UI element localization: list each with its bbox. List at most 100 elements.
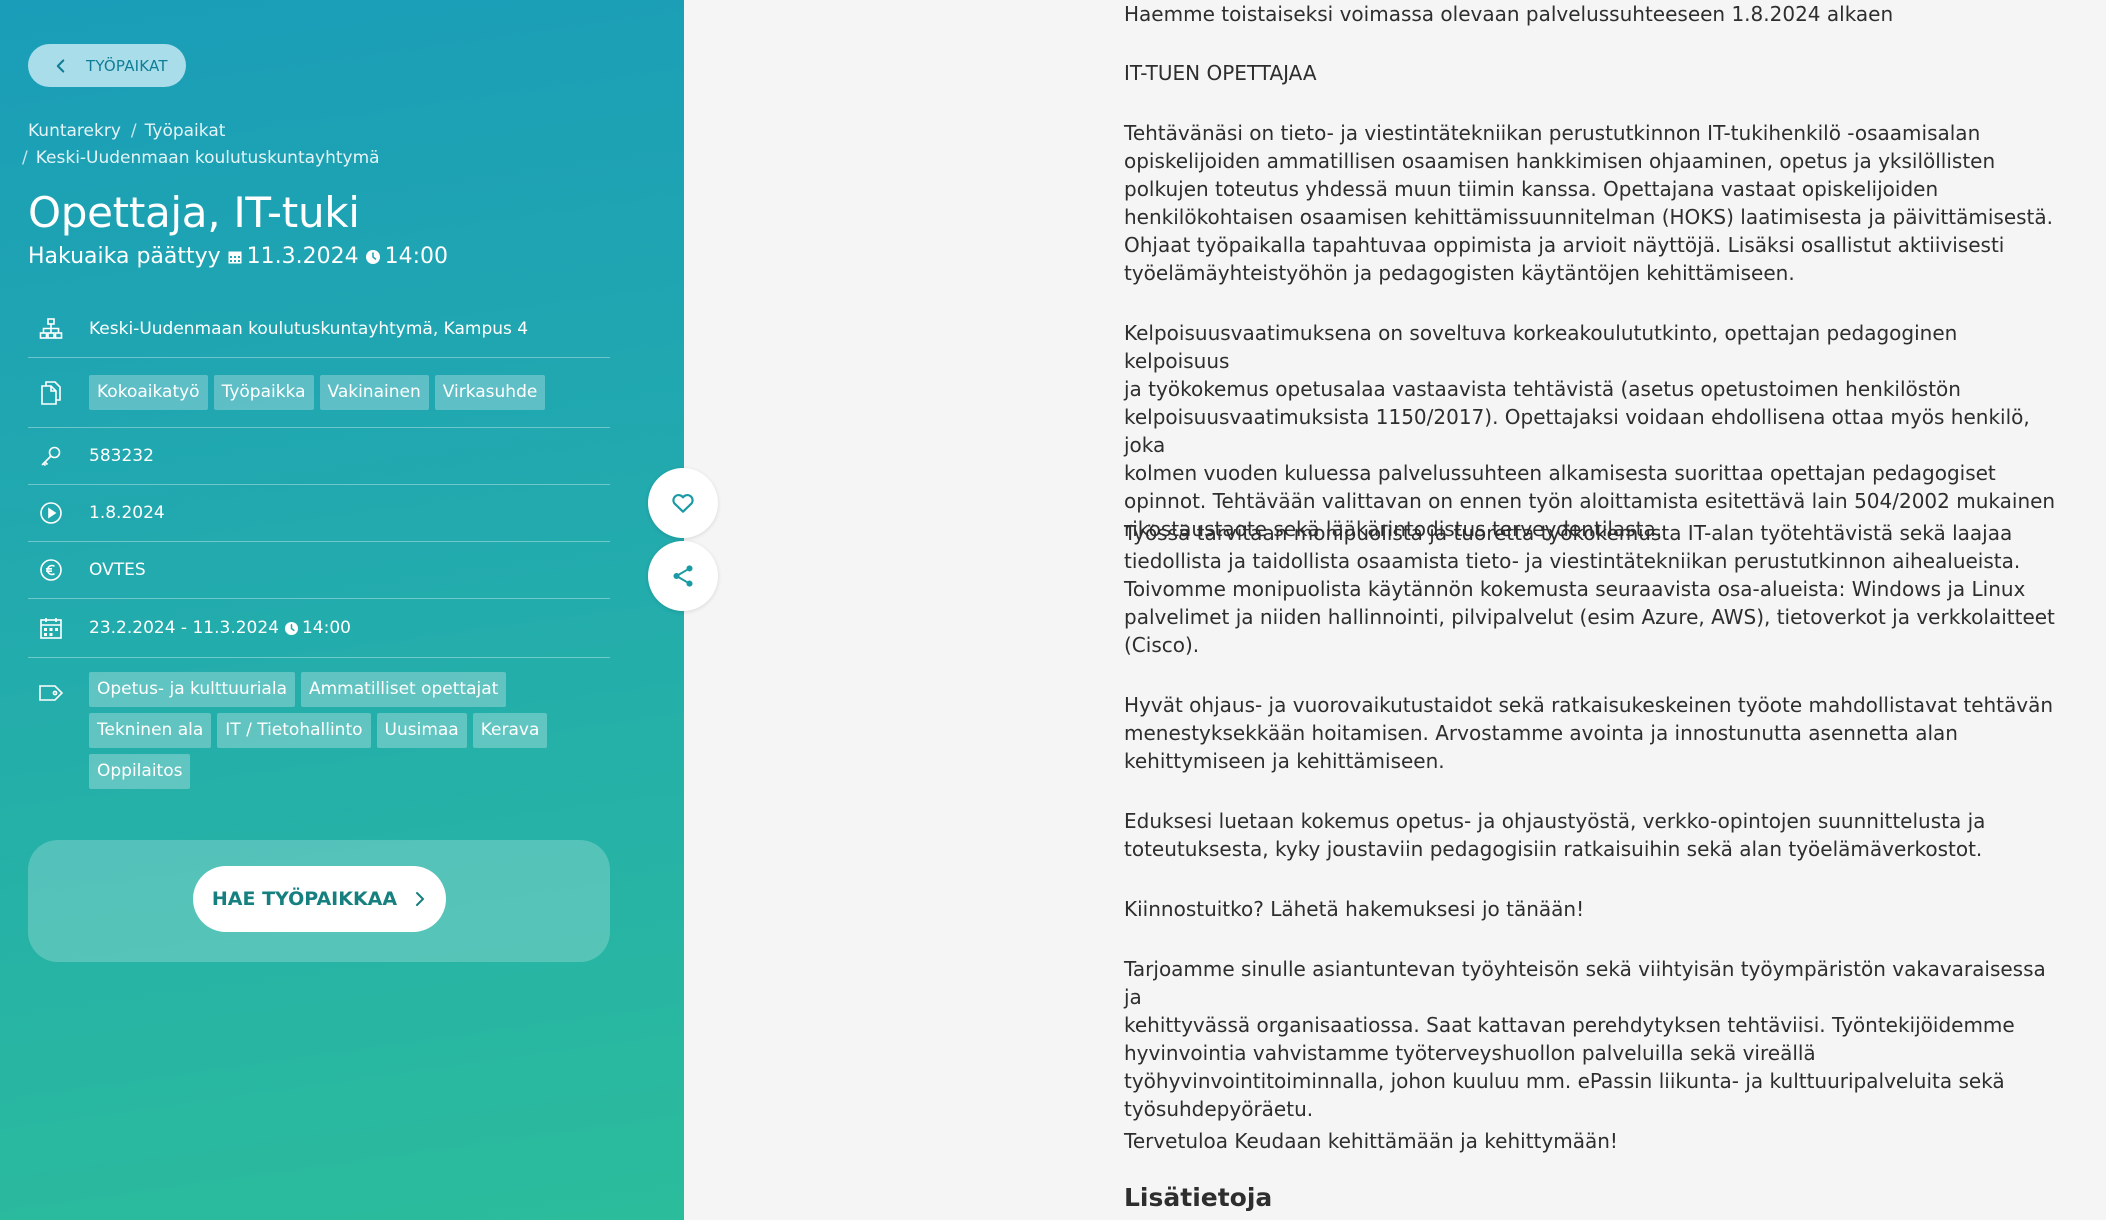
paragraph-line: henkilökohtaisen osaamisen kehittämissuu… <box>1124 205 2054 229</box>
heart-icon <box>672 494 694 513</box>
category-tags: Opetus- ja kulttuuriala Ammatilliset ope… <box>89 672 559 789</box>
paragraph-line: Tervetuloa Keudaan kehittämään ja kehitt… <box>1124 1129 1618 1153</box>
breadcrumb-separator: / <box>22 148 28 168</box>
paragraph-line: Tarjoamme sinulle asiantuntevan työyhtei… <box>1124 957 2046 1009</box>
role-heading: IT-TUEN OPETTAJAA <box>1124 61 1317 85</box>
paragraph-line: kehittymiseen ja kehittämiseen. <box>1124 749 1445 773</box>
tag-chip: Työpaikka <box>213 375 314 410</box>
paragraph-line: ja työkokemus opetusalaa vastaavista teh… <box>1124 377 1961 401</box>
salary-value: OVTES <box>89 560 146 580</box>
advantages-paragraph: Eduksesi luetaan kokemus opetus- ja ohja… <box>1124 807 2064 863</box>
description-paragraph: Tehtävänäsi on tieto- ja viestintäteknii… <box>1124 119 2064 287</box>
paragraph-line: työsuhdepyöräetu. <box>1124 1097 1314 1121</box>
qualifications-paragraph: Kelpoisuusvaatimuksena on soveltuva kork… <box>1124 319 2064 543</box>
euro-icon <box>34 553 68 587</box>
paragraph-line: työelämäyhteistyöhön ja pedagogisten käy… <box>1124 261 1795 285</box>
chevron-right-icon <box>416 892 425 906</box>
calendar-icon <box>34 611 68 645</box>
paragraph-line: Kiinnostuitko? Lähetä hakemuksesi jo tän… <box>1124 897 1585 921</box>
intro-text: Haemme toistaiseksi voimassa olevaan pal… <box>1124 2 1894 26</box>
job-id-row: 583232 <box>28 428 610 485</box>
category-chip[interactable]: Ammatilliset opettajat <box>300 672 507 707</box>
favorite-button[interactable] <box>648 468 718 538</box>
experience-paragraph: Työssä tarvitaan monipuolista ja tuorett… <box>1124 519 2064 659</box>
category-chip[interactable]: Uusimaa <box>376 713 467 748</box>
category-chip[interactable]: Oppilaitos <box>89 754 191 789</box>
paragraph-line: opiskelijoiden ammatillisen osaamisen ha… <box>1124 149 1996 173</box>
paragraph-line: Eduksesi luetaan kokemus opetus- ja ohja… <box>1124 809 1986 833</box>
category-chip[interactable]: Opetus- ja kulttuuriala <box>89 672 295 707</box>
breadcrumb-item-kuntarekry[interactable]: Kuntarekry <box>28 121 121 141</box>
employment-tags: Kokoaikatyö Työpaikka Vakinainen Virkasu… <box>89 375 546 410</box>
tag-chip: Vakinainen <box>319 375 429 410</box>
deadline-time: 14:00 <box>384 244 449 269</box>
clock-icon <box>365 249 380 264</box>
paragraph-line: tiedollista ja taidollista osaamista tie… <box>1124 549 2021 573</box>
skills-paragraph: Hyvät ohjaus- ja vuorovaikutustaidot sek… <box>1124 691 2064 775</box>
paragraph-line: menestyksekkään hoitamisen. Arvostamme a… <box>1124 721 1958 745</box>
category-chip[interactable]: Tekninen ala <box>89 713 212 748</box>
job-sidebar: TYÖPAIKAT Kuntarekry / Työpaikat / Keski-Uu… <box>0 0 684 1220</box>
documents-icon <box>34 376 68 410</box>
paragraph-line: palvelimet ja niiden hallinnointi, pilvi… <box>1124 605 2055 629</box>
paragraph-line: polkujen toteutus yhdessä muun tiimin ka… <box>1124 177 1939 201</box>
closing-paragraph: Tervetuloa Keudaan kehittämään ja kehitt… <box>1124 1127 2064 1155</box>
apply-panel: HAE TYÖPAIKKAA <box>28 840 610 962</box>
paragraph-line: (Cisco). <box>1124 633 1200 657</box>
back-to-jobs-button[interactable]: TYÖPAIKAT <box>28 44 186 87</box>
page-title: Opettaja, IT-tuki <box>28 188 360 237</box>
category-chip[interactable]: Kerava <box>472 713 548 748</box>
paragraph-line: Tehtävänäsi on tieto- ja viestintäteknii… <box>1124 121 1981 145</box>
breadcrumb-item-tyopaikat[interactable]: Työpaikat <box>145 121 226 141</box>
apply-button[interactable]: HAE TYÖPAIKKAA <box>193 866 446 932</box>
start-date-row: 1.8.2024 <box>28 485 610 542</box>
breadcrumb-separator: / <box>130 121 137 141</box>
tag-chip: Kokoaikatyö <box>89 375 208 410</box>
chevron-left-icon <box>56 58 65 73</box>
paragraph-line: opinnot. Tehtävään valittavan on ennen t… <box>1124 489 2056 513</box>
paragraph-line: työhyvinvointitoiminnalla, johon kuuluu … <box>1124 1069 2005 1093</box>
tag-icon <box>34 676 68 710</box>
categories-row: Opetus- ja kulttuuriala Ammatilliset ope… <box>28 658 610 789</box>
key-icon <box>34 439 68 473</box>
paragraph-line: kolmen vuoden kuluessa palvelussuhteen a… <box>1124 461 1996 485</box>
breadcrumb-item-current: Keski-Uudenmaan koulutuskuntayhtymä <box>35 148 380 168</box>
application-deadline: Hakuaika päättyy 11.3.2024 14:00 <box>28 244 448 269</box>
paragraph-line: Toivomme monipuolista käytännön kokemust… <box>1124 577 2026 601</box>
benefits-paragraph: Tarjoamme sinulle asiantuntevan työyhtei… <box>1124 955 2064 1123</box>
job-info-list: Keski-Uudenmaan koulutuskuntayhtymä, Kam… <box>28 300 610 789</box>
category-chip[interactable]: IT / Tietohallinto <box>217 713 371 748</box>
paragraph-line: kehittyvässä organisaatiossa. Saat katta… <box>1124 1013 2015 1037</box>
tag-chip: Virkasuhde <box>434 375 546 410</box>
application-period: 23.2.2024 - 11.3.2024 14:00 <box>89 618 351 638</box>
organization-row: Keski-Uudenmaan koulutuskuntayhtymä, Kam… <box>28 300 610 358</box>
paragraph-line: Työssä tarvitaan monipuolista ja tuorett… <box>1124 521 2013 545</box>
org-chart-icon <box>34 312 68 346</box>
play-circle-icon <box>34 496 68 530</box>
paragraph-line: Kelpoisuusvaatimuksena on soveltuva kork… <box>1124 321 1958 373</box>
paragraph-line: Ohjaat työpaikalla tapahtuvaa oppimista … <box>1124 233 2005 257</box>
clock-icon <box>284 621 299 635</box>
application-period-time: 14:00 <box>301 618 351 638</box>
application-period-range: 23.2.2024 - 11.3.2024 <box>89 618 279 638</box>
employment-tags-row: Kokoaikatyö Työpaikka Vakinainen Virkasu… <box>28 358 610 428</box>
paragraph-line: hyvinvointia vahvistamme työterveyshuoll… <box>1124 1041 1816 1065</box>
back-button-label: TYÖPAIKAT <box>86 56 168 75</box>
share-icon <box>673 565 693 587</box>
paragraph-line: toteutuksesta, kyky joustaviin pedagogis… <box>1124 837 1983 861</box>
salary-row: OVTES <box>28 542 610 599</box>
application-period-row: 23.2.2024 - 11.3.2024 14:00 <box>28 599 610 658</box>
start-date-value: 1.8.2024 <box>89 503 165 523</box>
deadline-date: 11.3.2024 <box>246 244 359 269</box>
calendar-icon <box>228 251 242 263</box>
organization-value: Keski-Uudenmaan koulutuskuntayhtymä, Kam… <box>89 318 529 339</box>
deadline-label: Hakuaika päättyy <box>28 244 221 269</box>
share-button[interactable] <box>648 541 718 611</box>
apply-button-label: HAE TYÖPAIKKAA <box>211 888 398 910</box>
cta-paragraph: Kiinnostuitko? Lähetä hakemuksesi jo tän… <box>1124 895 2064 923</box>
more-info-heading: Lisätietoja <box>1124 1183 1273 1212</box>
paragraph-line: kelpoisuusvaatimuksista 1150/2017). Opet… <box>1124 405 2030 457</box>
breadcrumb: Kuntarekry / Työpaikat / Keski-Uudenmaan ko… <box>22 118 482 172</box>
job-id-value: 583232 <box>89 446 154 466</box>
paragraph-line: Hyvät ohjaus- ja vuorovaikutustaidot sek… <box>1124 693 2054 717</box>
